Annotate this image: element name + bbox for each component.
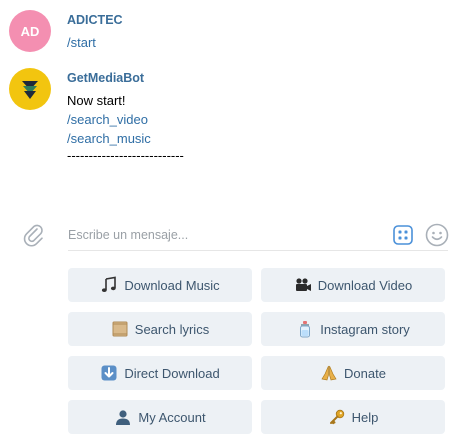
keyboard-button-label: My Account — [138, 409, 206, 425]
message-text: --------------------------- — [67, 148, 184, 163]
avatar[interactable]: AD — [9, 10, 51, 52]
keyboard-button-label: Direct Download — [124, 365, 220, 381]
keyboard-button-label: Donate — [344, 365, 386, 381]
keyboard-button-label: Help — [351, 409, 379, 425]
scroll-icon — [111, 320, 129, 338]
smiley-icon[interactable] — [425, 223, 449, 247]
composer-divider — [68, 250, 448, 251]
message-text: Now start! — [67, 93, 126, 108]
key-icon — [328, 408, 346, 426]
bot-keyboard-icon[interactable] — [393, 225, 413, 245]
keyboard-button-download-music[interactable]: Download Music — [68, 268, 252, 302]
keyboard-button-my-account[interactable]: My Account — [68, 400, 252, 434]
baby-bottle-icon — [296, 320, 314, 338]
keyboard-button-help[interactable]: Help — [261, 400, 445, 434]
keyboard-button-direct-download[interactable]: Direct Download — [68, 356, 252, 390]
keyboard-button-instagram-story[interactable]: Instagram story — [261, 312, 445, 346]
bust-silhouette-icon — [114, 408, 132, 426]
message-input[interactable] — [68, 226, 378, 244]
keyboard-button-label: Instagram story — [320, 321, 410, 337]
paperclip-icon[interactable] — [22, 222, 44, 248]
keyboard-button-label: Download Music — [124, 277, 220, 293]
keyboard-button-search-lyrics[interactable]: Search lyrics — [68, 312, 252, 346]
sender-name[interactable]: GetMediaBot — [67, 71, 144, 85]
keyboard-button-donate[interactable]: Donate — [261, 356, 445, 390]
movie-camera-icon — [294, 276, 312, 294]
command-link[interactable]: /search_video — [67, 110, 148, 130]
musical-notes-icon — [100, 276, 118, 294]
sender-name[interactable]: ADICTEC — [67, 13, 123, 27]
keyboard-button-label: Download Video — [317, 277, 413, 293]
avatar[interactable] — [9, 68, 51, 110]
command-link[interactable]: /start — [67, 33, 96, 53]
getmediabot-logo-icon — [22, 81, 38, 99]
keyboard-button-label: Search lyrics — [134, 321, 210, 337]
keyboard-button-download-video[interactable]: Download Video — [261, 268, 445, 302]
folded-hands-icon — [320, 364, 338, 382]
down-arrow-icon — [100, 364, 118, 382]
